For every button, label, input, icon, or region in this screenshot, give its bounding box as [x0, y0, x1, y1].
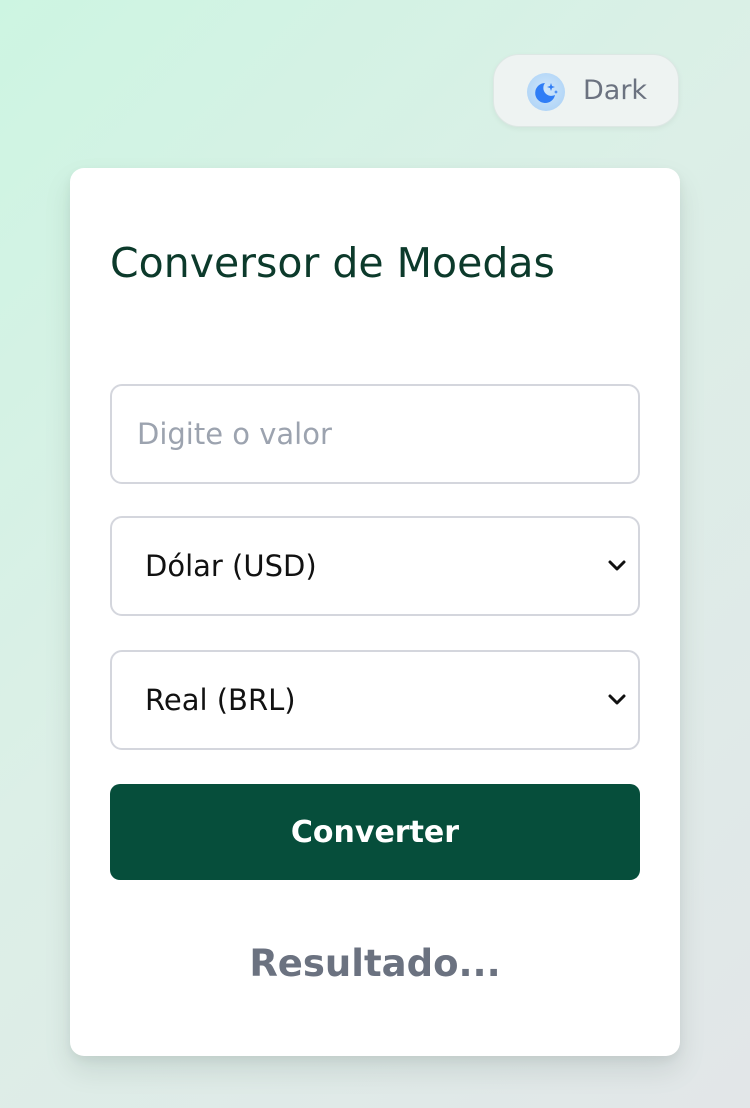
to-currency-value: Real (BRL): [145, 683, 296, 717]
from-currency-value: Dólar (USD): [145, 549, 317, 583]
amount-field: [110, 384, 640, 484]
to-currency-select[interactable]: Real (BRL): [110, 650, 640, 750]
convert-button[interactable]: Converter: [110, 784, 640, 880]
from-currency-box[interactable]: Dólar (USD): [112, 518, 638, 614]
from-currency-select[interactable]: Dólar (USD): [110, 516, 640, 616]
converter-card: Conversor de Moedas Dólar (USD) Real (BR…: [70, 168, 680, 1056]
moon-stars-icon: [527, 73, 565, 111]
theme-toggle-label: Dark: [583, 75, 648, 106]
to-currency-box[interactable]: Real (BRL): [112, 652, 638, 748]
chevron-down-icon: [606, 555, 628, 577]
theme-toggle-button[interactable]: Dark: [493, 54, 679, 127]
page-title: Conversor de Moedas: [110, 239, 555, 287]
result-text: Resultado...: [249, 942, 501, 985]
chevron-down-icon: [606, 689, 628, 711]
amount-input[interactable]: [112, 386, 638, 482]
